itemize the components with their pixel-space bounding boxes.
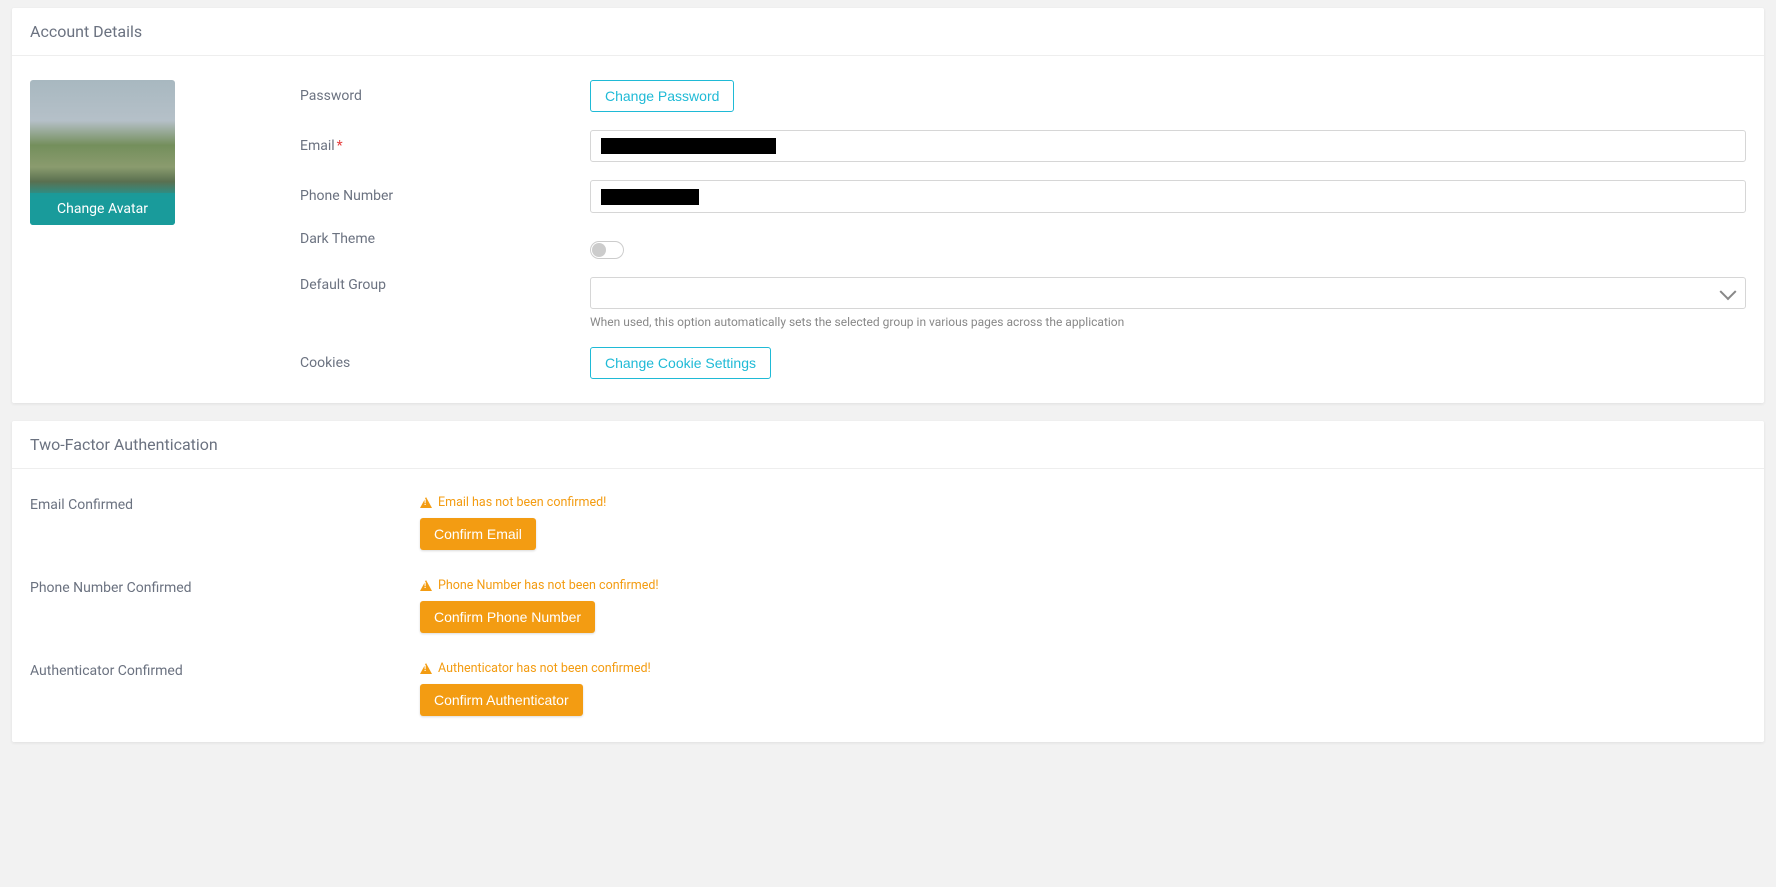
phone-field[interactable] [590,180,1746,212]
phone-label: Phone Number [300,188,590,204]
default-group-label: Default Group [300,277,590,293]
phone-confirmed-warning: Phone Number has not been confirmed! [420,578,1746,593]
dark-theme-label: Dark Theme [300,231,590,247]
email-confirmed-label: Email Confirmed [30,495,420,550]
default-group-select[interactable] [590,277,1746,309]
password-label: Password [300,88,590,104]
account-details-card: Account Details Change Avatar Password C… [12,8,1764,403]
warning-icon [420,497,432,508]
change-cookie-settings-button[interactable]: Change Cookie Settings [590,347,771,379]
two-factor-card: Two-Factor Authentication Email Confirme… [12,421,1764,742]
warning-icon [420,580,432,591]
confirm-phone-button[interactable]: Confirm Phone Number [420,601,595,633]
two-factor-title: Two-Factor Authentication [12,421,1764,469]
phone-confirmed-label: Phone Number Confirmed [30,578,420,633]
change-password-button[interactable]: Change Password [590,80,734,112]
avatar[interactable]: Change Avatar [30,80,175,225]
toggle-knob [592,243,606,257]
phone-redacted [601,189,699,205]
email-label: Email* [300,138,590,154]
change-avatar-label: Change Avatar [30,193,175,225]
account-details-title: Account Details [12,8,1764,56]
confirm-authenticator-button[interactable]: Confirm Authenticator [420,684,583,716]
required-indicator: * [337,138,343,154]
authenticator-confirmed-label: Authenticator Confirmed [30,661,420,716]
cookies-label: Cookies [300,355,590,371]
confirm-email-button[interactable]: Confirm Email [420,518,536,550]
authenticator-confirmed-warning: Authenticator has not been confirmed! [420,661,1746,676]
email-redacted [601,138,776,154]
warning-icon [420,663,432,674]
email-confirmed-warning: Email has not been confirmed! [420,495,1746,510]
dark-theme-toggle[interactable] [590,241,624,259]
email-field[interactable] [590,130,1746,162]
default-group-help: When used, this option automatically set… [590,315,1746,329]
